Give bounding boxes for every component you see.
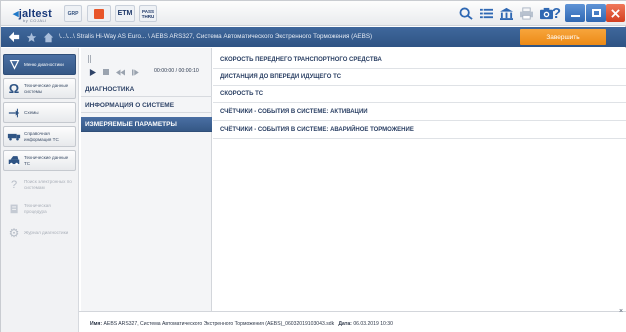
sidebar-item-vehicle-technical-data[interactable]: Технические данные ТС (3, 150, 76, 171)
truck-icon (4, 127, 24, 146)
gear-icon: ⚙ (8, 225, 20, 240)
finish-button[interactable]: Завершить (520, 29, 606, 45)
sidebar-item-diagnostics-log: ⚙ Журнал диагностики (3, 222, 76, 243)
stop-icon[interactable] (103, 68, 109, 76)
sidebar-item-electronic-search: ? Поиск электронных по системам (3, 174, 76, 195)
timecode: 00:00:00 / 00:00:10 (154, 68, 199, 74)
pass-thru-button[interactable]: PASS THRU (139, 5, 157, 22)
sidebar-item-technical-procedure: Техническая процедура (3, 198, 76, 219)
drag-handle-icon[interactable] (88, 55, 91, 63)
back-icon[interactable] (7, 30, 21, 44)
menu-item-diagnostics[interactable]: ДИАГНОСТИКА (81, 82, 212, 97)
star-icon[interactable] (24, 30, 38, 44)
video-player-controls: 00:00:00 / 00:00:10 (81, 48, 212, 82)
diagnostics-icon (4, 55, 24, 74)
file-info-bar: Имя: AEBS ARS327, Система Автоматическог… (79, 308, 626, 332)
electronic-search-icon: ? (10, 178, 18, 191)
list-item[interactable]: СЧЁТЧИКИ - СОБЫТИЯ В СИСТЕМЕ: АКТИВАЦИИ (213, 104, 626, 121)
diagram-icon (4, 103, 24, 122)
file-info: Имя: AEBS ARS327, Система Автоматическог… (90, 321, 393, 327)
etm-button[interactable]: ETM (115, 5, 135, 22)
list-item[interactable]: СКОРОСТЬ ТС (213, 86, 626, 103)
maximize-button[interactable] (586, 4, 606, 22)
close-icon[interactable]: × (619, 308, 626, 315)
list-icon[interactable] (478, 6, 495, 21)
vehicle-data-icon (4, 151, 24, 170)
home-icon[interactable] (41, 30, 55, 44)
breadcrumb: \...\...\ Stralis Hi-Way AS Euro... \ AE… (59, 33, 373, 40)
menu-item-system-info[interactable]: ИНФОРМАЦИЯ О СИСТЕМЕ (81, 98, 212, 113)
repair-shop-button[interactable] (87, 5, 111, 22)
sidebar-item-system-technical-data[interactable]: Ω Технические данные системы (3, 78, 76, 99)
navigation-panel: 00:00:00 / 00:00:10 ДИАГНОСТИКА ИНФОРМАЦ… (81, 48, 212, 311)
procedure-icon (4, 199, 24, 218)
navigation-bar: \...\...\ Stralis Hi-Way AS Euro... \ AE… (1, 27, 626, 47)
parameters-list: СКОРОСТЬ ПЕРЕДНЕГО ТРАНСПОРТНОГО СРЕДСТВ… (213, 48, 626, 311)
search-car-icon[interactable] (458, 6, 475, 21)
list-item[interactable]: СЧЁТЧИКИ - СОБЫТИЯ В СИСТЕМЕ: АВАРИЙНОЕ … (213, 122, 626, 139)
print-icon[interactable] (518, 6, 535, 21)
sidebar-item-diagnostics-menu[interactable]: Меню диагностики (3, 54, 76, 75)
jaltest-window: ◂jaltest by COJALI GRP ETM PASS THRU ? \… (0, 0, 626, 332)
close-window-button[interactable] (606, 4, 625, 22)
jaltest-logo: ◂jaltest by COJALI (13, 8, 52, 23)
rewind-icon[interactable] (116, 68, 125, 76)
minimize-button[interactable] (565, 4, 585, 22)
technical-data-icon[interactable] (498, 6, 515, 21)
list-item[interactable]: ДИСТАНЦИЯ ДО ВПЕРЕДИ ИДУЩЕГО ТС (213, 69, 626, 86)
grp-button[interactable]: GRP (64, 5, 82, 22)
top-toolbar: ◂jaltest by COJALI GRP ETM PASS THRU ? (1, 1, 626, 26)
wrench-icon (94, 8, 104, 19)
menu-item-measured-parameters[interactable]: ИЗМЕРЯЕМЫЕ ПАРАМЕТРЫ (81, 117, 212, 132)
omega-icon: Ω (8, 81, 20, 96)
help-icon[interactable]: ? (550, 4, 563, 22)
play-icon[interactable] (89, 68, 96, 76)
sidebar: Меню диагностики Ω Технические данные си… (1, 48, 79, 332)
sidebar-item-vehicle-reference-info[interactable]: Справочная информация ТС (3, 126, 76, 147)
forward-icon[interactable] (132, 68, 141, 76)
list-item[interactable]: СКОРОСТЬ ПЕРЕДНЕГО ТРАНСПОРТНОГО СРЕДСТВ… (213, 52, 626, 69)
sidebar-item-diagrams[interactable]: Схемы (3, 102, 76, 123)
